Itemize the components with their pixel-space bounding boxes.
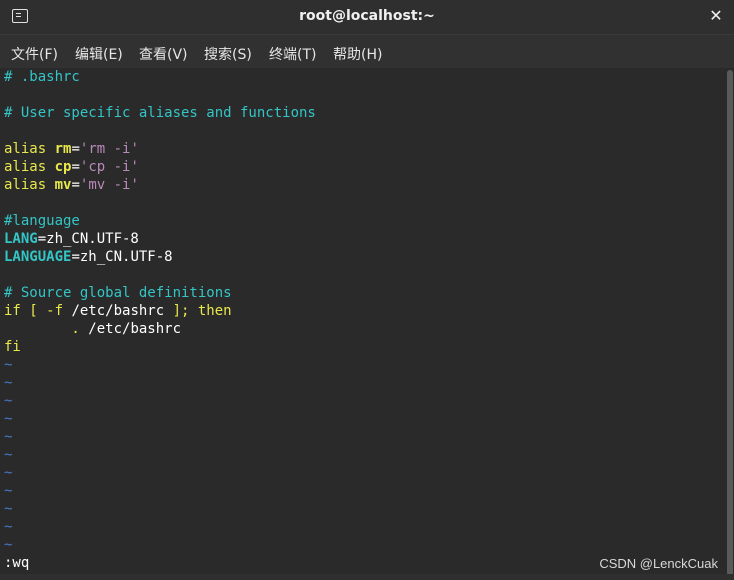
- alias-keyword: alias: [4, 159, 47, 175]
- source-dot: .: [4, 321, 89, 337]
- empty-line-tilde: ~: [4, 447, 13, 463]
- title-bar[interactable]: root@localhost:~ ✕: [0, 0, 734, 34]
- menu-view[interactable]: 查看(V): [139, 44, 188, 64]
- empty-line-tilde: ~: [4, 501, 13, 517]
- variable-value: =zh_CN.UTF-8: [71, 249, 173, 265]
- window-title: root@localhost:~: [299, 8, 435, 24]
- path-text: /etc/bashrc: [63, 303, 173, 319]
- equals-sign: =: [71, 141, 80, 157]
- menu-bar: 文件(F) 编辑(E) 查看(V) 搜索(S) 终端(T) 帮助(H): [0, 34, 734, 68]
- menu-terminal[interactable]: 终端(T): [269, 44, 316, 64]
- alias-keyword: alias: [4, 141, 47, 157]
- alias-name: mv: [54, 177, 72, 193]
- alias-name: cp: [54, 159, 72, 175]
- variable-name: LANG: [4, 231, 38, 247]
- menu-help[interactable]: 帮助(H): [333, 44, 382, 64]
- equals-sign: =: [71, 159, 80, 175]
- code-line: LANG=zh_CN.UTF-8: [4, 230, 139, 248]
- menu-search[interactable]: 搜索(S): [204, 44, 252, 64]
- alias-value: 'mv -i': [79, 177, 139, 193]
- bottom-edge: [0, 574, 734, 580]
- empty-line-tilde: ~: [4, 393, 13, 409]
- menu-file[interactable]: 文件(F): [11, 44, 58, 64]
- empty-line-tilde: ~: [4, 411, 13, 427]
- alias-value: 'cp -i': [79, 159, 139, 175]
- scrollbar[interactable]: [726, 68, 734, 580]
- close-icon: ✕: [709, 6, 723, 25]
- code-line: if [ -f /etc/bashrc ]; then: [4, 302, 232, 320]
- code-line: . /etc/bashrc: [4, 320, 181, 338]
- empty-line-tilde: ~: [4, 537, 13, 553]
- terminal-content[interactable]: # .bashrc # User specific aliases and fu…: [0, 68, 726, 580]
- bracket: [: [20, 303, 47, 319]
- variable-value: =zh_CN.UTF-8: [37, 231, 139, 247]
- empty-line-tilde: ~: [4, 357, 13, 373]
- equals-sign: =: [71, 177, 80, 193]
- empty-line-tilde: ~: [4, 429, 13, 445]
- path-text: /etc/bashrc: [88, 321, 182, 337]
- code-line: alias cp='cp -i': [4, 158, 139, 176]
- alias-name: rm: [54, 141, 72, 157]
- empty-line-tilde: ~: [4, 465, 13, 481]
- empty-line-tilde: ~: [4, 375, 13, 391]
- if-keyword: if: [4, 303, 21, 319]
- then-keyword: then: [189, 303, 232, 319]
- terminal-window: root@localhost:~ ✕ 文件(F) 编辑(E) 查看(V) 搜索(…: [0, 0, 734, 580]
- variable-name: LANGUAGE: [4, 249, 72, 265]
- code-line: alias rm='rm -i': [4, 140, 139, 158]
- alias-value: 'rm -i': [79, 141, 139, 157]
- code-line: # User specific aliases and functions: [4, 105, 316, 121]
- scrollbar-thumb[interactable]: [727, 70, 733, 576]
- empty-line-tilde: ~: [4, 519, 13, 535]
- bracket-close: ];: [172, 303, 190, 319]
- code-line: alias mv='mv -i': [4, 176, 139, 194]
- code-line: # Source global definitions: [4, 285, 232, 301]
- watermark: CSDN @LenckCuak: [599, 556, 718, 571]
- menu-edit[interactable]: 编辑(E): [75, 44, 123, 64]
- code-line: fi: [4, 339, 21, 355]
- test-flag: -f: [46, 303, 64, 319]
- code-line: LANGUAGE=zh_CN.UTF-8: [4, 248, 173, 266]
- alias-keyword: alias: [4, 177, 47, 193]
- empty-line-tilde: ~: [4, 483, 13, 499]
- code-line: # .bashrc: [4, 69, 80, 85]
- close-button[interactable]: ✕: [706, 6, 726, 26]
- vim-command-line[interactable]: :wq: [4, 554, 29, 572]
- code-line: #language: [4, 213, 80, 229]
